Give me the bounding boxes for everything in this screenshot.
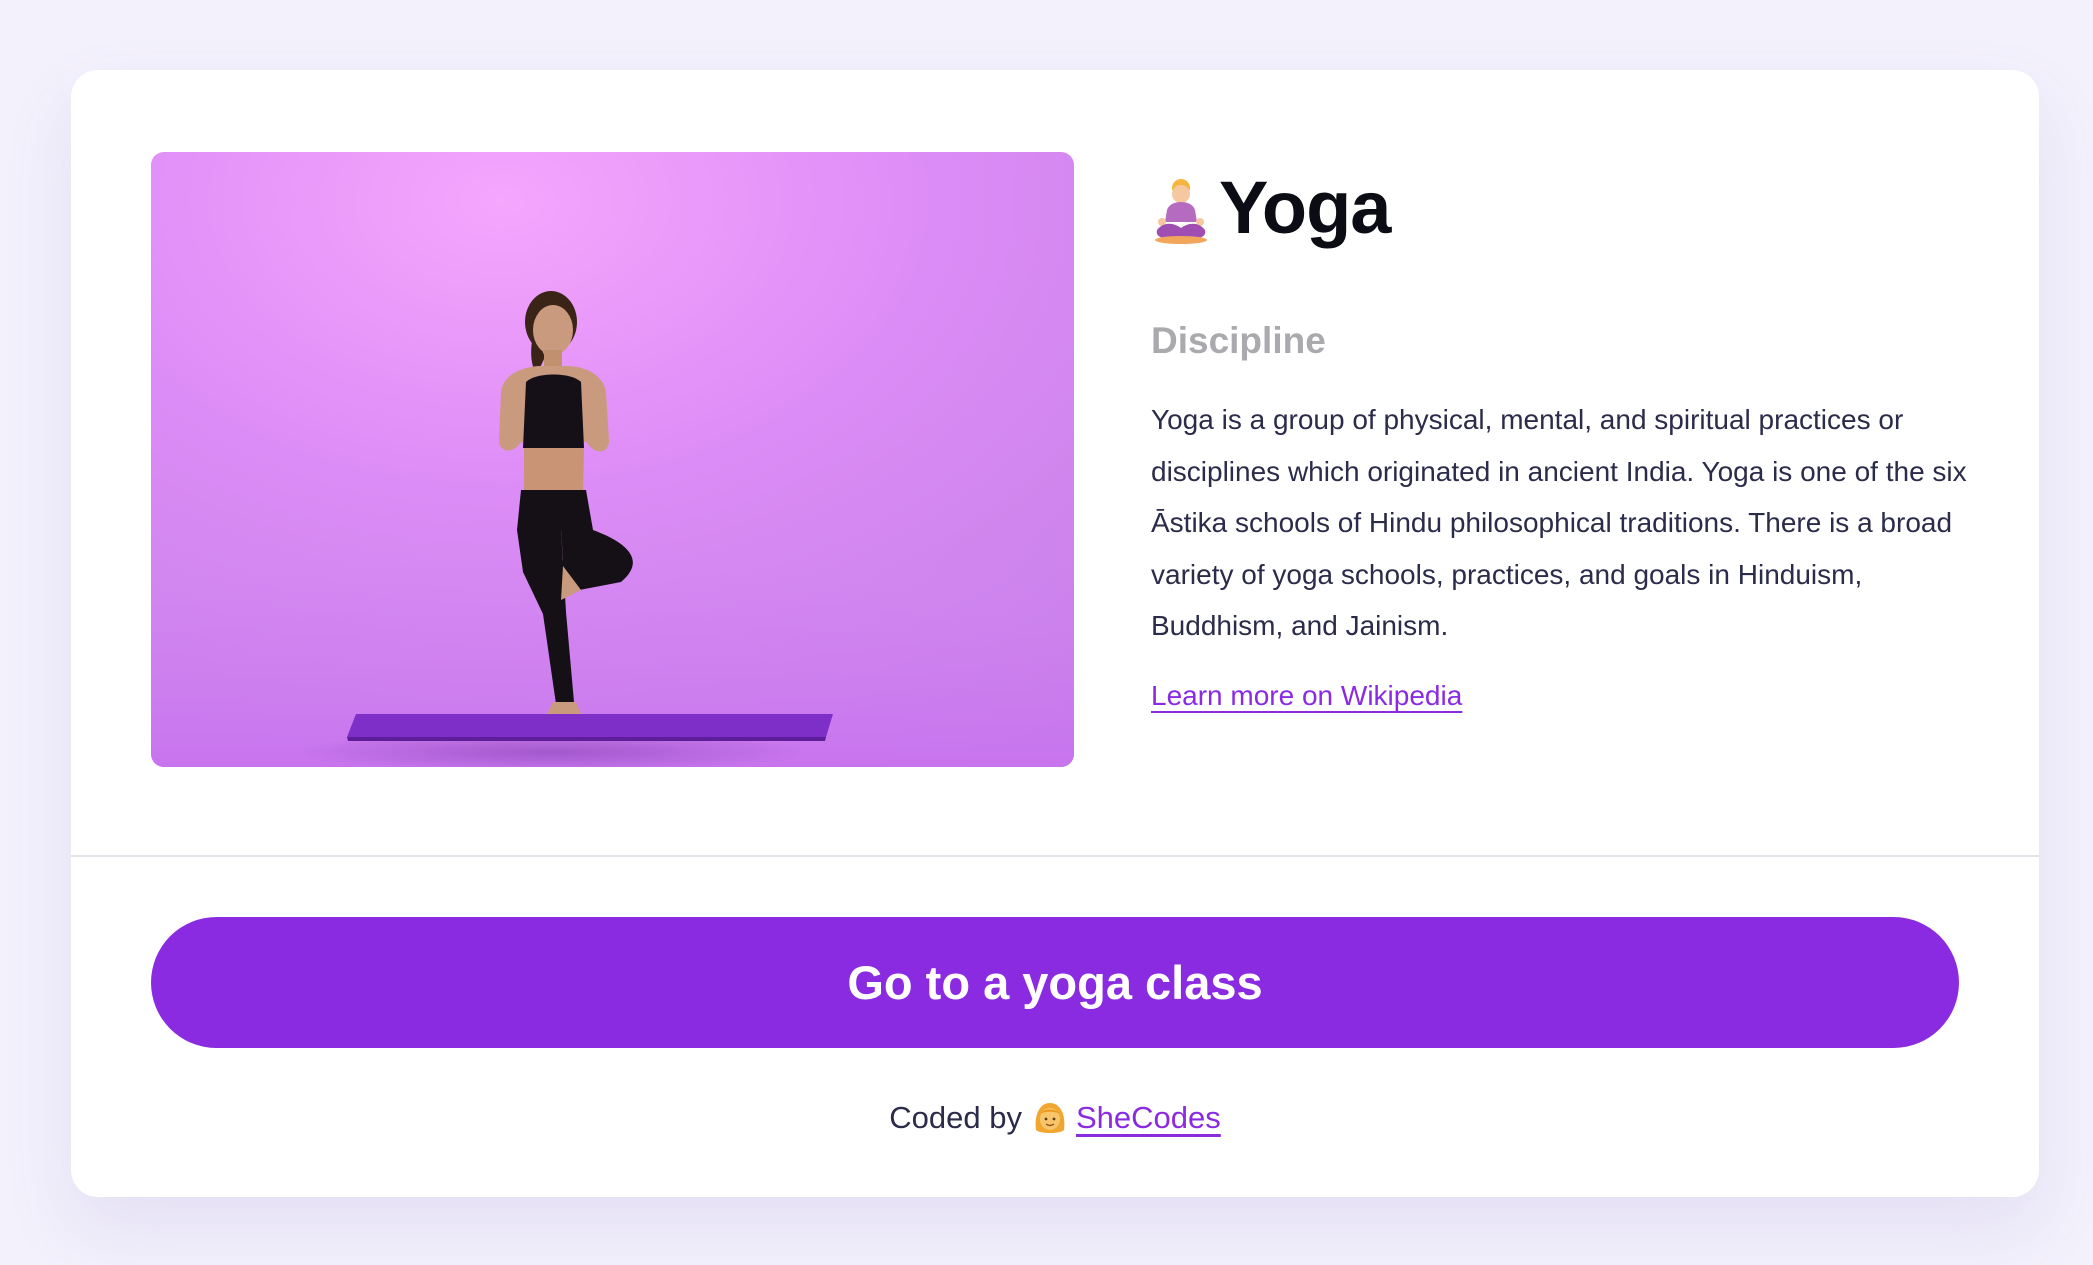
yoga-photo xyxy=(151,152,1074,767)
yoga-class-button[interactable]: Go to a yoga class xyxy=(151,917,1959,1048)
shecodes-link[interactable]: SheCodes xyxy=(1076,1100,1221,1136)
footer: Coded by SheCodes xyxy=(71,1100,2039,1136)
yoga-photo-illustration xyxy=(151,152,1074,767)
info-panel: Yoga Discipline Yoga is a group of physi… xyxy=(1149,152,1969,712)
yoga-mat xyxy=(347,714,833,737)
woman-icon xyxy=(1035,1103,1065,1133)
footer-prefix: Coded by xyxy=(889,1100,1022,1135)
page-title: Yoga xyxy=(1219,165,1391,249)
yoga-card: Yoga Discipline Yoga is a group of physi… xyxy=(71,70,2039,1197)
title-row: Yoga xyxy=(1149,152,1969,262)
wikipedia-link[interactable]: Learn more on Wikipedia xyxy=(1151,680,1462,712)
person-in-lotus-position-icon xyxy=(1155,179,1207,244)
card-content: Yoga Discipline Yoga is a group of physi… xyxy=(71,70,2039,857)
subtitle: Discipline xyxy=(1151,320,1326,361)
description: Yoga is a group of physical, mental, and… xyxy=(1151,404,1967,641)
